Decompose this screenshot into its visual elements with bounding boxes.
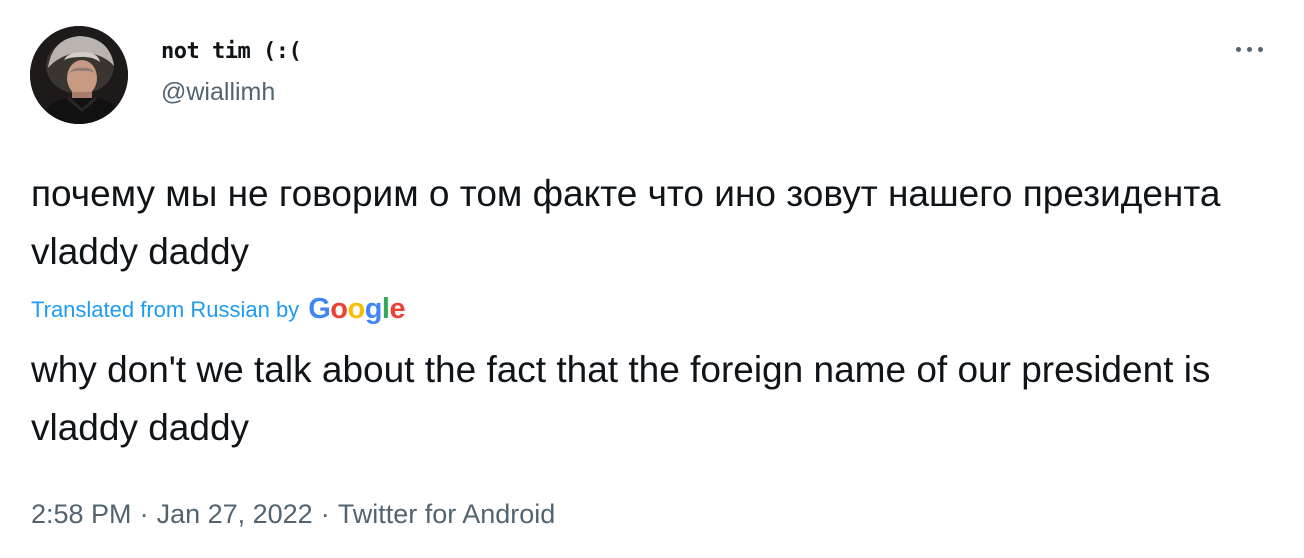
tweet-source[interactable]: Twitter for Android: [338, 499, 556, 529]
tweet-meta: 2:58 PM · Jan 27, 2022 · Twitter for Android: [31, 499, 555, 530]
tweet-date[interactable]: Jan 27, 2022: [157, 499, 313, 529]
meta-separator: ·: [320, 499, 330, 529]
meta-separator: ·: [139, 499, 149, 529]
tweet-original-text: почему мы не говорим о том факте что ино…: [31, 173, 1221, 272]
translation-attribution: Translated from Russian by Google: [31, 292, 406, 328]
more-options-button[interactable]: [1232, 36, 1268, 64]
user-handle[interactable]: @wiallimh: [161, 78, 275, 107]
tweet-card: not tim (:( @wiallimh почему мы не говор…: [0, 0, 1304, 558]
tweet-translated-text: why don't we talk about the fact that th…: [31, 349, 1211, 448]
avatar[interactable]: [30, 26, 128, 124]
google-logo: Google: [308, 292, 406, 325]
translation-label-link[interactable]: Translated from Russian by: [31, 297, 299, 323]
avatar-photo: [30, 26, 128, 124]
display-name[interactable]: not tim (:(: [161, 39, 302, 64]
tweet-time[interactable]: 2:58 PM: [31, 499, 132, 529]
